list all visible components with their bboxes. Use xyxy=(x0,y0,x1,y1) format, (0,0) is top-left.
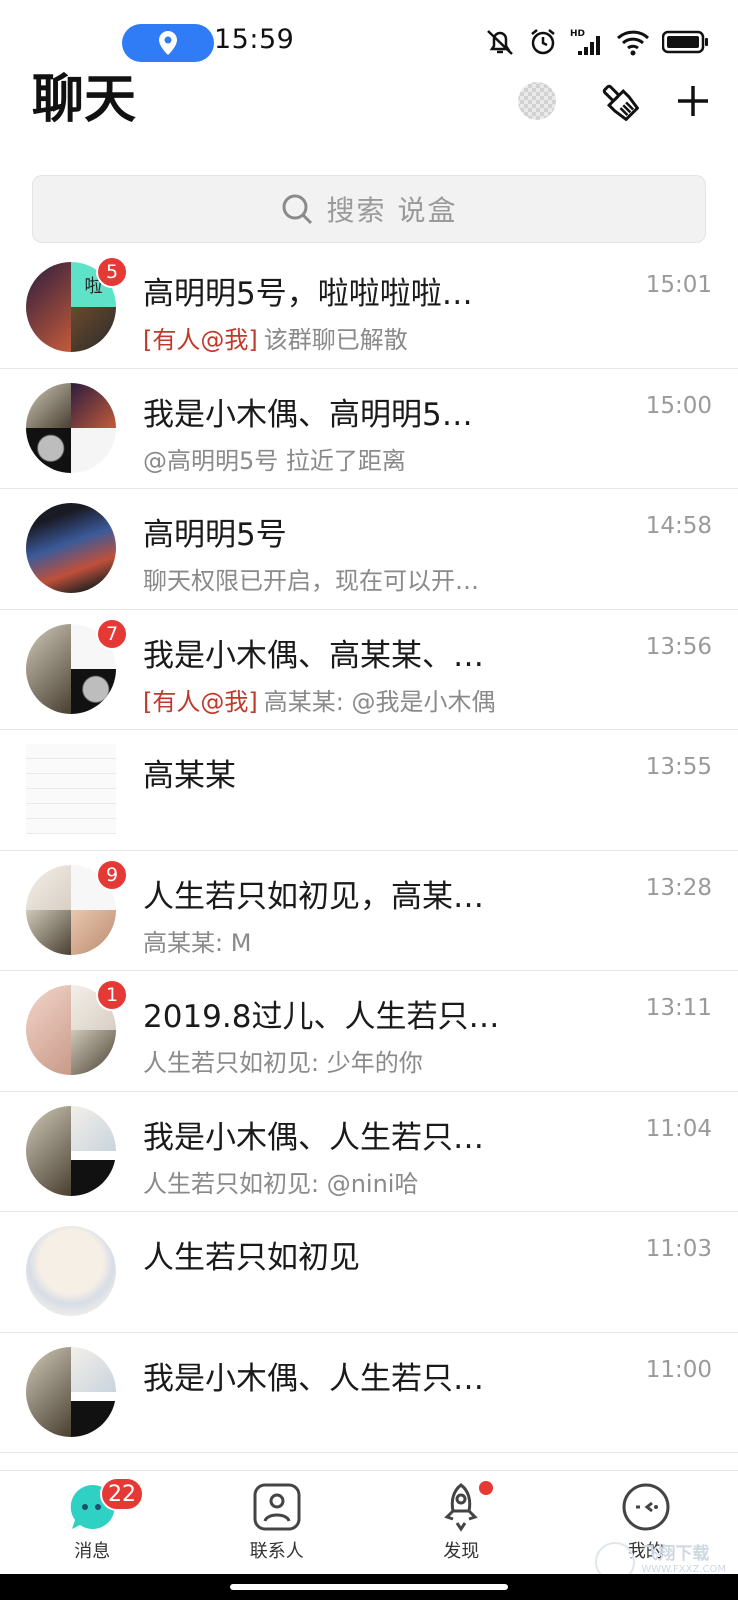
nav-messages[interactable]: 22 消息 xyxy=(0,1471,185,1570)
nav-label: 联系人 xyxy=(249,1541,304,1562)
location-pin-icon xyxy=(159,31,177,55)
profile-status-button[interactable] xyxy=(512,76,562,126)
nav-label: 发现 xyxy=(443,1541,480,1562)
chat-time: 13:55 xyxy=(645,754,712,780)
chat-preview: [有人@我] 该群聊已解散 xyxy=(143,326,408,354)
mention-tag: [有人@我] xyxy=(143,326,258,354)
mute-bell-icon xyxy=(487,30,513,55)
chat-preview: 高某某: M xyxy=(143,928,252,957)
chat-item[interactable]: 1 2019.8过儿、人生若只… 13:11 人生若只如初见: 少年的你 xyxy=(0,971,738,1092)
contact-avatar xyxy=(26,503,116,593)
chat-preview: 人生若只如初见: 少年的你 xyxy=(143,1049,423,1077)
chat-item[interactable]: 我是小木偶、人生若只… 11:00 xyxy=(0,1333,738,1453)
chat-time: 11:03 xyxy=(645,1236,712,1262)
chat-item[interactable]: 我是小木偶、人生若只… 11:04 人生若只如初见: @nini哈 xyxy=(0,1092,738,1212)
chat-name: 高某某 xyxy=(143,758,236,794)
contact-avatar xyxy=(26,744,116,834)
location-pill[interactable] xyxy=(122,24,214,62)
search-icon xyxy=(282,194,312,225)
chat-preview: [有人@我] 高某某: @我是小木偶 xyxy=(143,687,496,716)
wifi-icon xyxy=(616,30,650,56)
alarm-icon xyxy=(531,29,555,55)
unread-badge: 5 xyxy=(96,256,128,288)
svg-text:HD: HD xyxy=(570,29,585,39)
group-avatar xyxy=(26,1346,116,1437)
profile-face-icon xyxy=(620,1481,672,1533)
watermark-main: 飞翔下载 xyxy=(641,1544,710,1564)
status-time: 15:59 xyxy=(214,24,295,55)
chat-item[interactable]: 高某某 13:55 xyxy=(0,730,738,851)
chat-item[interactable]: 高明明5号 14:58 聊天权限已开启，现在可以开… xyxy=(0,489,738,610)
header: 聊天 xyxy=(0,66,738,166)
chat-time: 11:00 xyxy=(645,1356,712,1383)
search-bar[interactable]: 搜索 说盒 xyxy=(32,175,706,243)
chat-preview: @高明明5号 拉近了距离 xyxy=(143,446,406,475)
chat-name: 高明明5号，啦啦啦啦… xyxy=(143,276,473,312)
nav-discover[interactable]: 发现 xyxy=(369,1471,554,1570)
chat-item[interactable]: 7 我是小木偶、高某某、… 13:56 [有人@我] 高某某: @我是小木偶 xyxy=(0,610,738,730)
clean-broom-button[interactable] xyxy=(594,76,644,126)
chat-time: 13:11 xyxy=(645,995,712,1021)
chat-name: 我是小木偶、人生若只… xyxy=(143,1360,484,1397)
chat-list: 啦 5 高明明5号，啦啦啦啦… 15:01 [有人@我] 该群聊已解散 我是小木偶… xyxy=(0,248,738,1453)
page-title: 聊天 xyxy=(32,70,137,130)
chat-item[interactable]: 人生若只如初见 11:03 xyxy=(0,1212,738,1333)
chat-name: 我是小木偶、人生若只… xyxy=(143,1119,484,1156)
gesture-bar xyxy=(0,1574,738,1600)
discover-dot xyxy=(479,1481,493,1495)
unread-badge: 7 xyxy=(96,617,128,650)
chat-preview: 聊天权限已开启，现在可以开… xyxy=(143,567,479,595)
chat-name: 高明明5号 xyxy=(143,517,287,553)
chat-time: 14:58 xyxy=(645,513,712,539)
plus-icon xyxy=(678,86,708,116)
home-indicator[interactable] xyxy=(230,1584,508,1590)
mention-tag: [有人@我] xyxy=(143,687,258,716)
unread-badge: 9 xyxy=(96,858,128,891)
chat-name: 人生若只如初见，高某… xyxy=(143,878,484,915)
nav-messages-badge: 22 xyxy=(100,1477,144,1511)
battery-icon xyxy=(662,30,708,54)
chat-preview: 人生若只如初见: @nini哈 xyxy=(143,1169,419,1198)
group-avatar xyxy=(26,1105,116,1196)
search-placeholder: 搜索 说盒 xyxy=(326,194,458,227)
contact-avatar xyxy=(26,1226,116,1316)
contacts-icon xyxy=(251,1481,303,1533)
chat-name: 人生若只如初见 xyxy=(143,1240,360,1276)
nav-contacts[interactable]: 联系人 xyxy=(185,1471,370,1570)
chat-time: 13:28 xyxy=(645,874,712,901)
chat-time: 15:00 xyxy=(645,392,712,419)
chat-time: 11:04 xyxy=(645,1115,712,1142)
unread-badge: 1 xyxy=(96,979,128,1011)
signal-hd-icon: HD xyxy=(570,29,600,55)
chat-name: 我是小木偶、高某某、… xyxy=(143,637,484,674)
add-button[interactable] xyxy=(668,76,718,126)
chat-item[interactable]: 我是小木偶、高明明5… 15:00 @高明明5号 拉近了距离 xyxy=(0,369,738,489)
chat-item[interactable]: 啦 5 高明明5号，啦啦啦啦… 15:01 [有人@我] 该群聊已解散 xyxy=(0,248,738,369)
group-avatar xyxy=(26,382,116,473)
blank-avatar-icon xyxy=(518,82,556,120)
chat-time: 13:56 xyxy=(645,633,712,660)
chat-name: 我是小木偶、高明明5… xyxy=(143,396,473,433)
chat-item[interactable]: 9 人生若只如初见，高某… 13:28 高某某: M xyxy=(0,851,738,971)
chat-name: 2019.8过儿、人生若只… xyxy=(143,999,500,1035)
chat-time: 15:01 xyxy=(645,272,712,298)
broom-icon xyxy=(602,84,639,121)
nav-label: 消息 xyxy=(74,1541,111,1562)
